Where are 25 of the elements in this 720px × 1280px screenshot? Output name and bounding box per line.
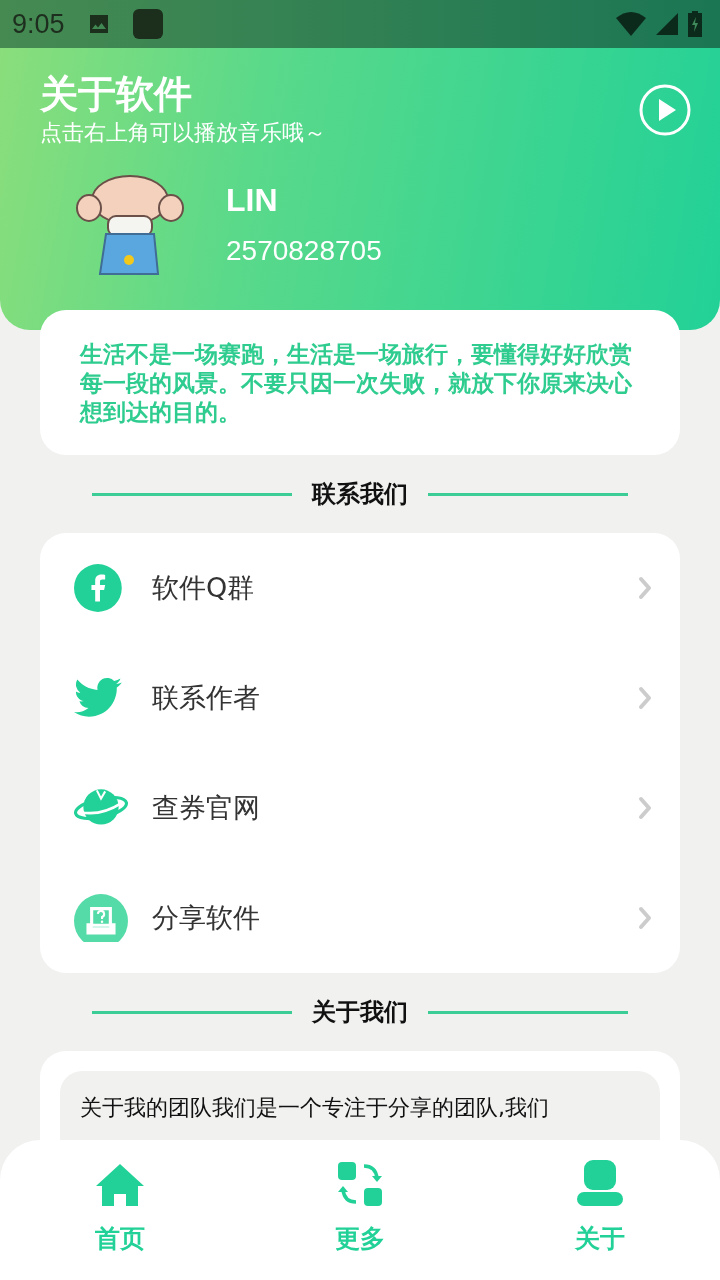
user-name: LIN bbox=[226, 181, 279, 219]
play-icon[interactable] bbox=[639, 84, 691, 136]
about-text: 关于我的团队我们是一个专注于分享的团队,我们 bbox=[80, 1094, 550, 1122]
menu-item[interactable]: 软件Q群 bbox=[40, 533, 680, 643]
menu-item[interactable]: 联系作者 bbox=[40, 643, 680, 753]
share-icon bbox=[74, 894, 128, 942]
battery-icon bbox=[688, 11, 702, 37]
page-title: 关于软件 bbox=[40, 71, 193, 118]
chevron-right-icon bbox=[638, 686, 652, 710]
section-title: 关于我们 bbox=[312, 997, 408, 1028]
app-icon bbox=[132, 9, 163, 39]
chevron-right-icon bbox=[638, 576, 652, 600]
chevron-right-icon bbox=[638, 796, 652, 820]
signal-icon bbox=[656, 13, 678, 35]
user-id: 2570828705 bbox=[226, 234, 382, 267]
menu-item[interactable]: 查券官网 bbox=[40, 753, 680, 863]
menu-item[interactable]: 分享软件 bbox=[40, 863, 680, 973]
quote-text: 生活不是一场赛跑，生活是一场旅行，要懂得好好欣赏每一段的风景。不要只因一次失败，就放下你原来决心想到达的目的。 bbox=[80, 340, 633, 427]
user-icon bbox=[576, 1160, 624, 1208]
chevron-right-icon bbox=[638, 906, 652, 930]
status-time: 9:05 bbox=[12, 8, 65, 40]
swap-icon bbox=[336, 1160, 384, 1208]
section-title: 联系我们 bbox=[312, 479, 408, 510]
page-subtitle: 点击右上角可以播放音乐哦～ bbox=[40, 119, 326, 147]
wifi-icon bbox=[616, 12, 646, 36]
